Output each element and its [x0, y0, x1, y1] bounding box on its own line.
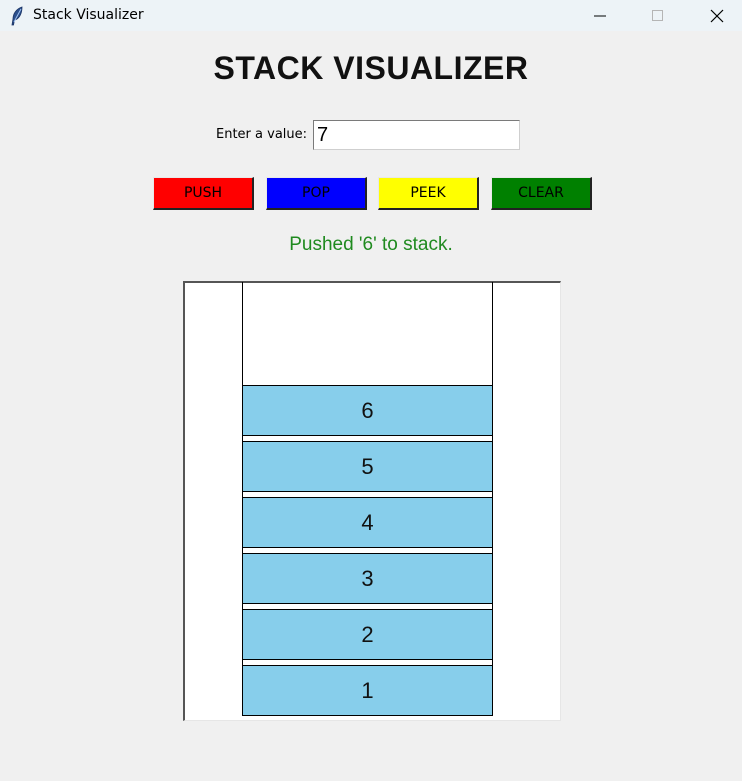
- push-button[interactable]: PUSH: [153, 177, 254, 210]
- stack-item: 1: [242, 665, 493, 716]
- pop-button[interactable]: POP: [266, 177, 367, 210]
- maximize-icon: [652, 9, 663, 21]
- status-message: Pushed '6' to stack.: [289, 234, 453, 255]
- title-bar: Stack Visualizer: [0, 0, 742, 31]
- stack-item: 5: [242, 441, 493, 492]
- stack-item: 2: [242, 609, 493, 660]
- value-label: Enter a value:: [216, 127, 308, 142]
- close-icon: [710, 9, 724, 22]
- pop-button-label: POP: [302, 185, 330, 201]
- minimize-icon: [594, 15, 606, 16]
- feather-icon: [10, 6, 24, 26]
- close-button[interactable]: [694, 0, 740, 31]
- stack-item: 6: [242, 385, 493, 436]
- stack-item: 4: [242, 497, 493, 548]
- clear-button-label: CLEAR: [518, 185, 564, 201]
- window-title: Stack Visualizer: [33, 7, 144, 23]
- peek-button[interactable]: PEEK: [378, 177, 479, 210]
- peek-button-label: PEEK: [410, 185, 446, 201]
- minimize-button[interactable]: [577, 0, 623, 31]
- stack-item: 3: [242, 553, 493, 604]
- clear-button[interactable]: CLEAR: [491, 177, 592, 210]
- push-button-label: PUSH: [183, 185, 223, 201]
- page-title: STACK VISUALIZER: [213, 50, 529, 86]
- maximize-button[interactable]: [635, 0, 681, 31]
- value-input[interactable]: [313, 120, 520, 150]
